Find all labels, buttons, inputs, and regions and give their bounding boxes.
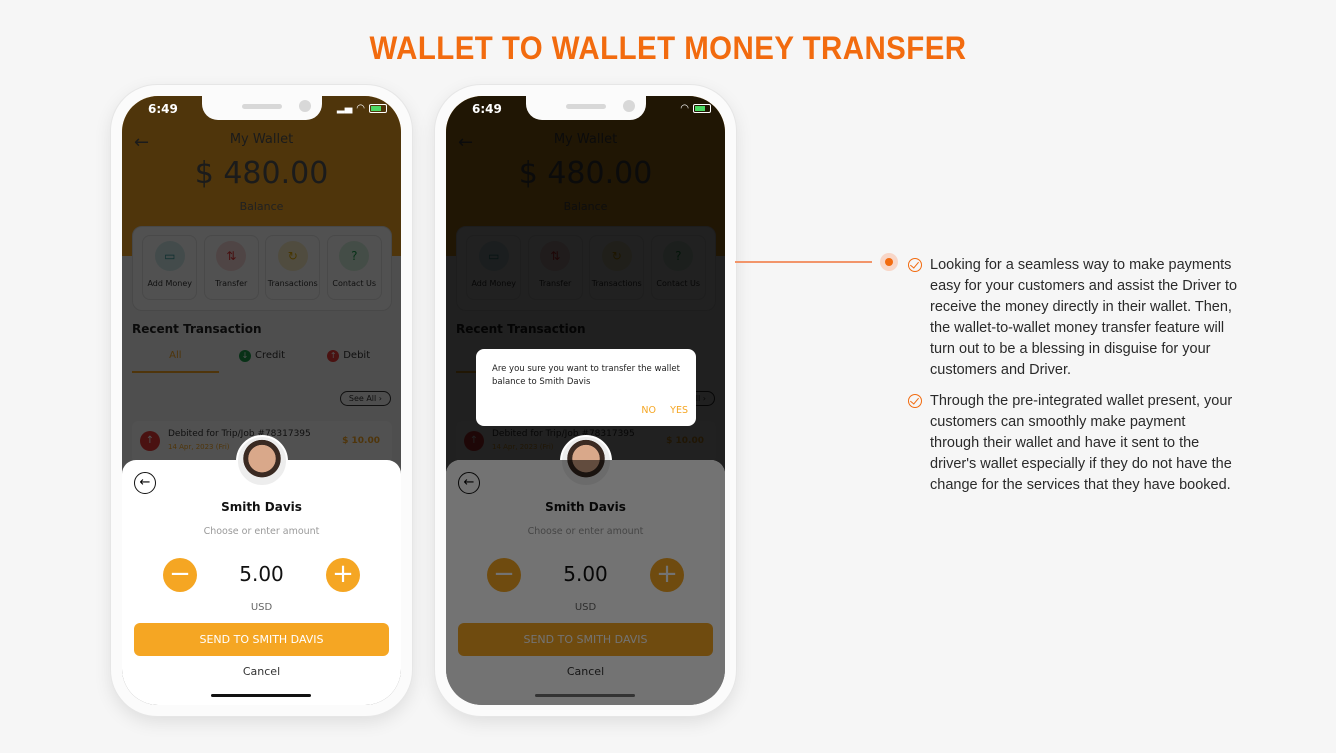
back-circle-icon[interactable]: ← <box>134 472 156 494</box>
home-indicator <box>535 694 635 697</box>
battery-icon <box>369 104 387 113</box>
phone-notch <box>526 96 646 120</box>
status-icons: ▂▄ ◠ <box>337 103 387 114</box>
phone-mockup-amount: 6:49 ▂▄ ◠ ← My Wallet $ 480.00 Balance ▭… <box>111 85 412 716</box>
feature-list: Looking for a seamless way to make payme… <box>908 255 1238 506</box>
wifi-icon: ◠ <box>680 103 689 114</box>
wifi-icon: ◠ <box>356 103 365 114</box>
send-button[interactable]: SEND TO SMITH DAVIS <box>134 623 389 656</box>
dialog-message: Are you sure you want to transfer the wa… <box>492 364 680 387</box>
increase-button[interactable]: + <box>326 558 360 592</box>
page-title: WALLET TO WALLET MONEY TRANSFER <box>369 30 967 66</box>
feature-item: Looking for a seamless way to make payme… <box>908 255 1238 381</box>
send-money-sheet: ← Smith Davis Choose or enter amount − 5… <box>122 435 401 705</box>
phone-screen: 6:49 ◠ ← My Wallet $ 480.00 Balance ▭Add… <box>446 96 725 705</box>
phone-mockup-confirm: 6:49 ◠ ← My Wallet $ 480.00 Balance ▭Add… <box>435 85 736 716</box>
amount-hint: Choose or enter amount <box>203 526 320 537</box>
feature-text: Through the pre-integrated wallet presen… <box>930 393 1233 493</box>
confirm-dialog: Are you sure you want to transfer the wa… <box>476 349 696 426</box>
dialog-no-button[interactable]: NO <box>641 405 656 416</box>
feature-text: Looking for a seamless way to make payme… <box>930 257 1238 378</box>
dialog-yes-button[interactable]: YES <box>670 405 688 416</box>
check-circle-icon <box>908 258 922 272</box>
status-time: 6:49 <box>148 102 178 116</box>
cancel-button[interactable]: Cancel <box>122 665 401 678</box>
check-circle-icon <box>908 394 922 408</box>
phone-screen: 6:49 ▂▄ ◠ ← My Wallet $ 480.00 Balance ▭… <box>122 96 401 705</box>
currency-label: USD <box>250 602 273 613</box>
signal-icon: ▂▄ <box>336 103 353 114</box>
feature-item: Through the pre-integrated wallet presen… <box>908 391 1238 496</box>
send-money-sheet: ← Smith Davis Choose or enter amount − 5… <box>446 435 725 705</box>
connector-line <box>735 261 872 263</box>
status-icons: ◠ <box>680 103 711 114</box>
amount-stepper: − 5.00 + <box>163 558 360 592</box>
phone-notch <box>202 96 322 120</box>
avatar <box>236 435 288 487</box>
status-time: 6:49 <box>472 102 502 116</box>
recipient-name: Smith Davis <box>221 500 302 514</box>
timeline-dot <box>880 253 898 271</box>
home-indicator <box>211 694 311 697</box>
battery-icon <box>693 104 711 113</box>
sheet-overlay <box>446 460 725 705</box>
